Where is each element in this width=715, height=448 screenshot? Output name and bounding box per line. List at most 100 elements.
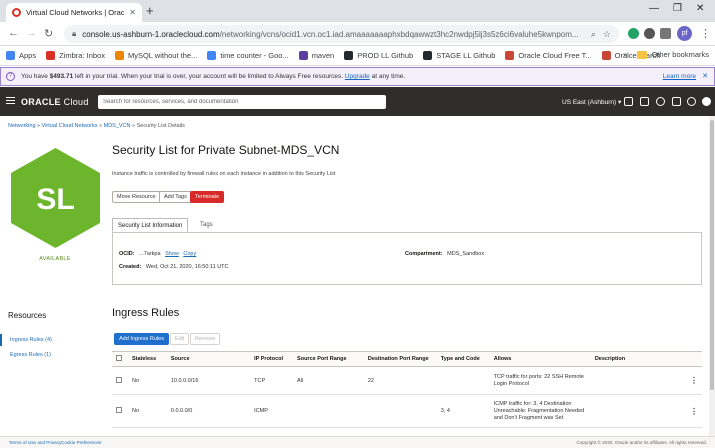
bookmark-label: Zimbra: Inbox	[59, 51, 105, 60]
chat-icon[interactable]	[672, 97, 681, 106]
add-tags-button[interactable]: Add Tags	[159, 191, 192, 203]
column-header[interactable]: Source	[166, 351, 251, 367]
bookmark-item[interactable]: Oracle Cloud Free T...	[505, 51, 592, 60]
page-title: Security List for Private Subnet-MDS_VCN	[112, 143, 340, 157]
tab-security-list-information[interactable]: Security List Information	[112, 218, 189, 232]
breadcrumb-vcn[interactable]: MDS_VCN	[104, 123, 131, 129]
bookmark-item[interactable]: maven	[298, 51, 334, 60]
hamburger-menu-icon[interactable]	[6, 97, 15, 106]
browser-menu-icon[interactable]: ⋮	[700, 27, 711, 40]
scrollbar-thumb[interactable]	[710, 120, 714, 390]
row-checkbox[interactable]	[116, 407, 122, 413]
bookmark-item[interactable]: Zimbra: Inbox	[46, 51, 105, 60]
minimize-icon[interactable]: —	[649, 3, 659, 14]
bookmark-item[interactable]: STAGE LL Github	[423, 51, 495, 60]
extension-icon[interactable]	[644, 28, 655, 39]
stateless-cell: No	[127, 394, 167, 428]
zimbra-icon	[46, 51, 56, 60]
reload-icon[interactable]: ↻	[44, 27, 53, 40]
protocol-cell: TCP	[250, 366, 294, 395]
close-window-icon[interactable]: ✕	[696, 3, 704, 14]
row-actions-menu-icon[interactable]: ⋮	[690, 407, 698, 416]
extensions-puzzle-icon[interactable]	[660, 28, 671, 39]
row-actions-menu-icon[interactable]: ⋮	[690, 376, 698, 385]
bookmark-item[interactable]: PROD LL Github	[344, 51, 413, 60]
breadcrumb-networking[interactable]: Networking	[8, 123, 36, 129]
add-ingress-rules-button[interactable]: Add Ingress Rules	[114, 333, 169, 345]
tab-tags[interactable]: Tags	[195, 218, 218, 232]
resource-hexagon-icon: SL	[8, 146, 103, 250]
terms-link[interactable]: Terms of Use and Privacy	[9, 440, 61, 445]
restore-icon[interactable]: ❐	[673, 3, 682, 14]
compartment-row: Compartment: MDS_Sandbox	[405, 251, 484, 257]
mysql-icon	[114, 51, 124, 60]
source-cell: 10.0.0.0/16	[166, 366, 251, 395]
address-bar[interactable]: 🔒︎ console.us-ashburn-1.oraclecloud.com/…	[64, 25, 619, 43]
breadcrumb: Networking » Virtual Cloud Networks » MD…	[8, 123, 185, 129]
type-code-cell: 3, 4	[436, 394, 490, 428]
ocid-row: OCID: ...7arkpa Show Copy	[119, 251, 196, 257]
move-resource-button[interactable]: Move Resource	[112, 191, 161, 203]
column-header[interactable]: Stateless	[127, 351, 167, 367]
row-select-cell	[112, 366, 128, 395]
user-profile-icon[interactable]	[702, 97, 711, 106]
protocol-cell: ICMP	[250, 394, 294, 428]
page-scrollbar[interactable]	[709, 116, 715, 436]
other-bookmarks-folder[interactable]: Other bookmarks	[637, 50, 709, 59]
resources-ingress-rules[interactable]: Ingress Rules (4)	[0, 334, 102, 346]
language-globe-icon[interactable]	[687, 97, 696, 106]
profile-avatar[interactable]: pf	[677, 26, 692, 41]
page-description: Instance traffic is controlled by firewa…	[112, 171, 336, 177]
destination-port-cell: 22	[363, 366, 437, 395]
bookmarks-bar: Apps Zimbra: Inbox MySQL without the... tim…	[0, 46, 715, 66]
column-header[interactable]: Source Port Range	[293, 351, 364, 367]
column-header[interactable]: Destination Port Range	[363, 351, 437, 367]
region-selector[interactable]: US East (Ashburn) ▾	[562, 98, 621, 106]
ingress-rules-heading: Ingress Rules	[112, 307, 180, 319]
notifications-bell-icon[interactable]	[640, 97, 649, 106]
github-icon	[344, 51, 354, 60]
column-header[interactable]: Type and Code	[436, 351, 490, 367]
back-icon[interactable]: ←	[8, 27, 19, 39]
more-bookmarks-chevron-icon[interactable]: »	[623, 50, 627, 59]
bookmark-item[interactable]: time counter - Goo...	[207, 51, 289, 60]
destination-port-cell	[363, 394, 437, 428]
copyright-text: Copyright © 2020, Oracle and/or its affi…	[576, 440, 707, 445]
new-tab-icon[interactable]: +	[146, 3, 154, 19]
console-search[interactable]	[98, 95, 386, 109]
edit-button[interactable]: Edit	[170, 333, 190, 345]
breadcrumb-vcns[interactable]: Virtual Cloud Networks	[42, 123, 98, 129]
column-header[interactable]: Allows	[489, 351, 591, 367]
console-search-input[interactable]	[103, 99, 381, 105]
column-header[interactable]: IP Protocol	[250, 351, 294, 367]
google-icon	[207, 51, 217, 60]
extension-icon[interactable]	[628, 28, 639, 39]
oracle-cloud-logo[interactable]: ORACLE Cloud	[21, 97, 89, 107]
cookie-preferences-link[interactable]: Cookie Preferences	[61, 440, 101, 445]
browser-tab[interactable]: Virtual Cloud Networks | Oracle C ✕	[6, 3, 142, 22]
browser-tab-strip: Virtual Cloud Networks | Oracle C ✕ + — …	[0, 0, 715, 22]
compartment-value: MDS_Sandbox	[447, 251, 485, 257]
remove-button[interactable]: Remove	[190, 333, 221, 345]
row-checkbox[interactable]	[116, 376, 122, 383]
select-all-checkbox[interactable]	[116, 355, 122, 361]
bookmark-star-icon[interactable]: ☆	[603, 29, 611, 40]
resources-egress-rules[interactable]: Egress Rules (1)	[0, 349, 102, 361]
close-banner-icon[interactable]: ✕	[702, 72, 708, 80]
upgrade-link[interactable]: Upgrade	[345, 73, 370, 80]
column-header[interactable]: Description	[590, 351, 686, 367]
select-all-cell	[112, 351, 128, 367]
bookmark-item[interactable]: Apps	[6, 51, 36, 60]
forward-icon[interactable]: →	[26, 27, 37, 39]
bookmark-item[interactable]: MySQL without the...	[114, 51, 197, 60]
bookmark-label: Oracle Cloud Free T...	[518, 51, 592, 60]
learn-more-link[interactable]: Learn more	[663, 73, 696, 80]
cloud-shell-icon[interactable]	[624, 97, 633, 106]
close-tab-icon[interactable]: ✕	[129, 8, 136, 17]
help-icon[interactable]	[656, 97, 665, 106]
ocid-copy-link[interactable]: Copy	[183, 251, 196, 257]
search-icon[interactable]: ⌕	[591, 29, 596, 40]
ocid-show-link[interactable]: Show	[165, 251, 179, 257]
terminate-button[interactable]: Terminate	[190, 191, 225, 203]
oracle-icon	[505, 51, 515, 60]
